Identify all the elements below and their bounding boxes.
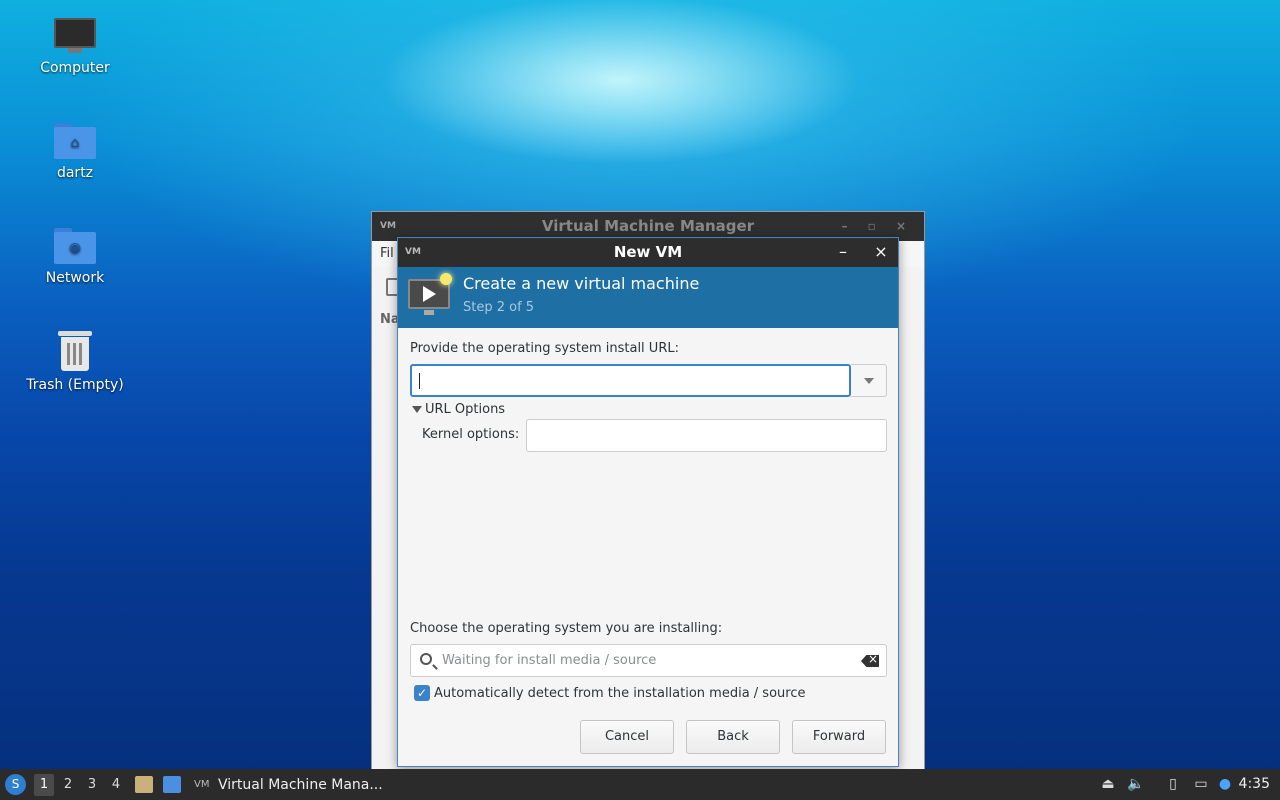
url-options-expander[interactable]: URL Options bbox=[412, 402, 505, 417]
forward-button[interactable]: Forward bbox=[792, 720, 886, 754]
install-url-input[interactable] bbox=[410, 364, 851, 397]
wizard-heading: Create a new virtual machine bbox=[463, 274, 700, 293]
taskbar-task-vmm[interactable]: VM Virtual Machine Mana... bbox=[190, 773, 383, 797]
computer-icon bbox=[54, 18, 96, 54]
new-vm-icon bbox=[408, 273, 452, 317]
install-url-label: Provide the operating system install URL… bbox=[410, 341, 679, 356]
trash-icon bbox=[58, 331, 92, 371]
minimize-button[interactable]: – bbox=[832, 238, 854, 267]
clear-icon[interactable] bbox=[861, 655, 879, 667]
workspace-1[interactable]: 1 bbox=[34, 774, 54, 796]
dialog-title: New VM bbox=[613, 243, 683, 261]
eject-icon[interactable]: ⏏ bbox=[1099, 775, 1117, 793]
start-menu-icon[interactable]: S bbox=[5, 774, 26, 795]
os-choose-label: Choose the operating system you are inst… bbox=[410, 621, 723, 636]
clock[interactable]: 4:35 bbox=[1239, 769, 1270, 800]
kernel-options-label: Kernel options: bbox=[422, 427, 520, 442]
desktop-icon-network[interactable]: ◉ Network bbox=[10, 228, 140, 286]
task-label: Virtual Machine Mana... bbox=[218, 777, 383, 793]
desktop-icon-label: dartz bbox=[56, 165, 94, 181]
vmm-logo-icon: VM bbox=[405, 247, 421, 257]
workspace-3[interactable]: 3 bbox=[82, 774, 102, 796]
taskbar: S 1 2 3 4 VM Virtual Machine Mana... ⏏ 🔈… bbox=[0, 769, 1280, 800]
desktop-icon-label: Computer bbox=[40, 60, 110, 76]
vmm-logo-icon: VM bbox=[194, 779, 210, 790]
expander-arrow-icon bbox=[412, 406, 422, 413]
desktop-icon-computer[interactable]: Computer bbox=[10, 18, 140, 76]
desktop-icon-label: Trash (Empty) bbox=[26, 377, 124, 393]
home-folder-icon: ⌂ bbox=[54, 123, 96, 159]
cancel-button[interactable]: Cancel bbox=[580, 720, 674, 754]
desktop-icon-trash[interactable]: Trash (Empty) bbox=[10, 331, 140, 393]
workspace-4[interactable]: 4 bbox=[106, 774, 126, 796]
notification-icon[interactable]: ● bbox=[1216, 775, 1234, 793]
os-search-placeholder: Waiting for install media / source bbox=[442, 653, 657, 668]
search-icon bbox=[420, 653, 432, 665]
wizard-banner: Create a new virtual machine Step 2 of 5 bbox=[398, 267, 898, 328]
autodetect-label[interactable]: Automatically detect from the installati… bbox=[434, 686, 805, 701]
clipboard-icon[interactable]: ▯ bbox=[1164, 775, 1182, 793]
autodetect-checkbox[interactable]: ✓ bbox=[414, 685, 430, 701]
network-folder-icon: ◉ bbox=[54, 228, 96, 264]
new-vm-dialog: VM New VM – × Create a new virtual machi… bbox=[397, 237, 899, 767]
kernel-options-input[interactable] bbox=[526, 419, 887, 452]
file-manager-icon[interactable] bbox=[135, 776, 153, 793]
url-history-dropdown[interactable] bbox=[851, 364, 887, 397]
desktop-icon-home[interactable]: ⌂ dartz bbox=[10, 123, 140, 181]
menu-file-partial[interactable]: Fil bbox=[380, 246, 394, 261]
vmm-logo-icon: VM bbox=[380, 221, 396, 231]
vm-manager-title: Virtual Machine Manager bbox=[541, 217, 755, 235]
volume-icon[interactable]: 🔈 bbox=[1127, 775, 1145, 793]
url-options-label: URL Options bbox=[425, 402, 506, 417]
desktop-icon-label: Network bbox=[45, 270, 105, 286]
dialog-titlebar[interactable]: VM New VM – × bbox=[398, 238, 898, 267]
show-desktop-icon[interactable] bbox=[163, 776, 181, 793]
wizard-step: Step 2 of 5 bbox=[463, 300, 535, 315]
close-button[interactable]: × bbox=[870, 238, 892, 267]
os-search-field[interactable]: Waiting for install media / source bbox=[410, 644, 887, 677]
network-icon[interactable]: ▭ bbox=[1192, 775, 1210, 793]
workspace-2[interactable]: 2 bbox=[58, 774, 78, 796]
back-button[interactable]: Back bbox=[686, 720, 780, 754]
text-caret bbox=[419, 373, 420, 389]
